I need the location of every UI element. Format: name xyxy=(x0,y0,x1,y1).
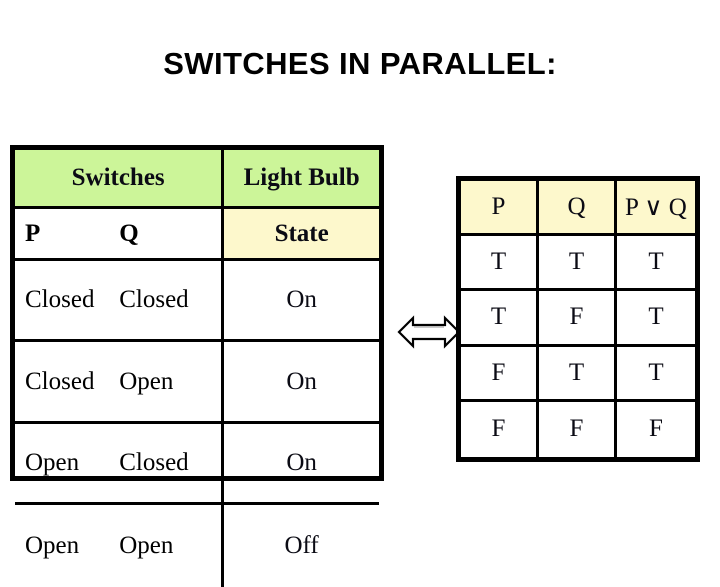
truth-cell-result: T xyxy=(648,358,664,386)
table-row: F F F xyxy=(461,401,695,457)
truth-cell-p: T xyxy=(461,236,539,289)
switch-q-value: Open xyxy=(119,367,174,395)
switch-q-value: Closed xyxy=(119,449,189,477)
table-row: F T T xyxy=(461,346,695,402)
truth-cell-q: T xyxy=(539,236,617,289)
switch-q-value: Closed xyxy=(119,286,189,314)
header-state: State xyxy=(224,209,379,258)
truth-cell-p: F xyxy=(461,401,539,457)
table-row: Open Closed On xyxy=(15,423,379,506)
switch-pair-cell: Closed Open xyxy=(15,342,225,421)
switch-p-value: Open xyxy=(25,449,80,477)
truth-header-p: P xyxy=(461,181,539,234)
truth-cell-p: T xyxy=(461,291,539,344)
switch-q-value: Open xyxy=(119,532,174,560)
truth-cell-q: F xyxy=(539,401,617,457)
header-q: Q xyxy=(119,219,139,247)
bulb-state-value: On xyxy=(286,367,317,395)
switch-pair-cell: Open Closed xyxy=(15,423,225,503)
table-row: T T T xyxy=(461,236,695,292)
truth-cell-p: F xyxy=(461,346,539,399)
truth-cell-result: T xyxy=(648,248,664,276)
truth-cell-q: T xyxy=(539,346,617,399)
switch-p-value: Closed xyxy=(25,286,95,314)
header-p: P xyxy=(25,219,41,247)
table-row: T F T xyxy=(461,291,695,347)
header-pq-group: P Q xyxy=(15,209,225,258)
switch-pair-cell: Closed Closed xyxy=(15,260,225,340)
header-switches: Switches xyxy=(15,150,225,207)
truth-cell-q: F xyxy=(539,291,617,344)
truth-table: P Q P ∨ Q T T T T F T F T T F F F xyxy=(456,176,700,462)
page-title: SWITCHES IN PARALLEL: xyxy=(163,46,557,81)
bulb-state-value: Off xyxy=(284,532,319,560)
double-headed-arrow-icon xyxy=(395,310,463,354)
truth-header-q: Q xyxy=(538,181,617,234)
switches-table: Switches Light Bulb P Q State Closed Clo… xyxy=(10,145,384,587)
table-row: Closed Open On xyxy=(15,342,379,424)
table-row-header: P Q P ∨ Q xyxy=(461,181,695,237)
truth-header-p-or-q: P ∨ Q xyxy=(616,181,695,234)
switch-p-value: Open xyxy=(25,532,80,560)
table-row: Open Open Off xyxy=(15,505,379,587)
bulb-state-value: On xyxy=(286,286,317,314)
table-row-group-header: Switches Light Bulb xyxy=(15,150,379,210)
table-row-column-header: P Q State xyxy=(15,209,379,261)
switch-pair-cell: Open Open xyxy=(15,505,225,587)
truth-cell-result: T xyxy=(648,303,664,331)
switch-p-value: Closed xyxy=(25,367,95,395)
truth-cell-result: F xyxy=(649,415,663,443)
header-light-bulb: Light Bulb xyxy=(224,150,379,207)
table-row: Closed Closed On xyxy=(15,260,379,343)
bulb-state-value: On xyxy=(286,449,317,477)
